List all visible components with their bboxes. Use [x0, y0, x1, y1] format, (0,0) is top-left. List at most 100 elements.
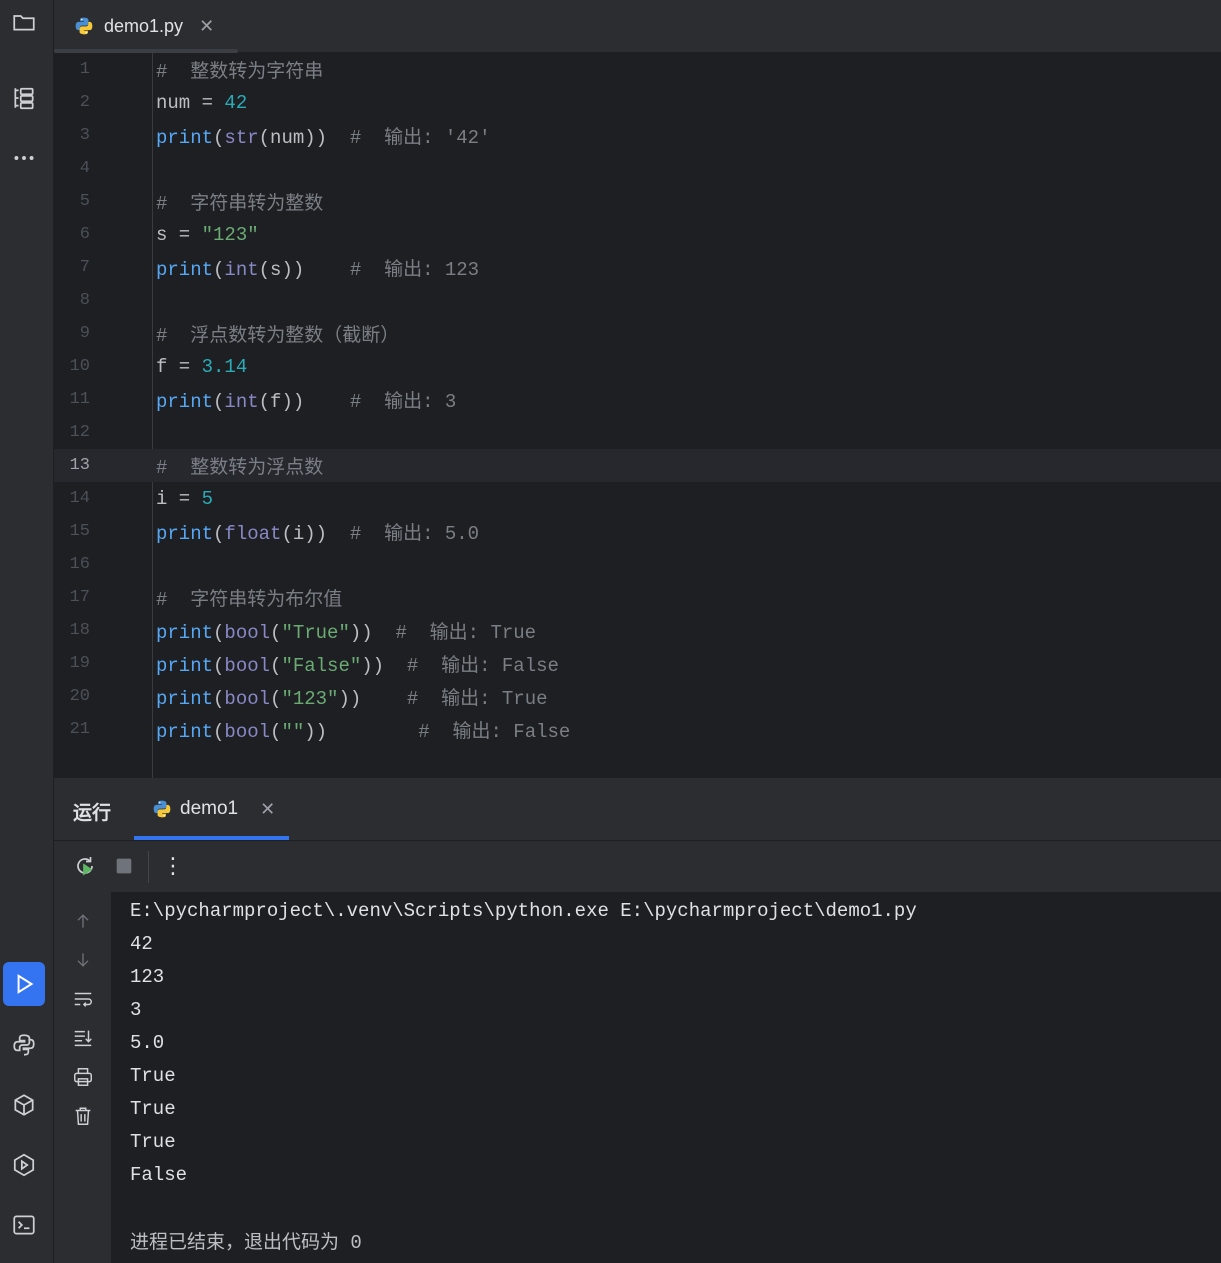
line-number: 17 [69, 588, 90, 607]
stop-icon[interactable] [111, 853, 137, 879]
console-actions [54, 892, 111, 1263]
services-icon[interactable] [6, 1147, 42, 1183]
code-line[interactable]: 12 [54, 416, 1221, 449]
code-text: # 浮点数转为整数（截断） [156, 320, 399, 347]
line-number: 19 [69, 654, 90, 673]
code-token: s = [156, 223, 202, 246]
code-token: int [224, 391, 259, 413]
code-token: # 字符串转为布尔值 [156, 589, 343, 611]
line-number: 6 [79, 225, 90, 244]
tab-filename: demo1.py [104, 15, 184, 36]
code-token: # 输出: '42' [349, 127, 491, 149]
code-token: # 输出: False [406, 655, 559, 677]
code-line[interactable]: 20 print(bool("123")) # 输出: True [54, 680, 1221, 713]
code-text: num = 42 [156, 92, 247, 114]
python-console-icon[interactable] [6, 1027, 42, 1063]
code-token: ( [270, 688, 282, 710]
code-token: ( [213, 523, 225, 545]
code-token: int [224, 259, 259, 281]
code-line[interactable]: 6 s = "123" [54, 218, 1221, 251]
code-line[interactable]: 2 num = 42 [54, 86, 1221, 119]
code-token: (s)) [258, 259, 350, 281]
code-token: # 输出: 123 [349, 259, 480, 281]
code-token: "True" [281, 622, 350, 644]
code-token: # 输出: 5.0 [349, 523, 480, 545]
run-tab-indicator [134, 836, 289, 840]
scroll-to-end-icon[interactable] [70, 1025, 96, 1051]
code-token: f = [156, 355, 202, 378]
code-line[interactable]: 7 print(int(s)) # 输出: 123 [54, 251, 1221, 284]
code-line[interactable]: 5 # 字符串转为整数 [54, 185, 1221, 218]
tab-close-icon[interactable]: ✕ [199, 16, 214, 37]
code-token: print [156, 523, 214, 545]
editor-tab-bar: demo1.py ✕ [54, 0, 1221, 53]
line-number: 4 [79, 159, 90, 178]
console-line: 5.0 [130, 1031, 165, 1054]
soft-wrap-icon[interactable] [70, 986, 96, 1012]
scroll-down-icon[interactable] [70, 947, 96, 973]
code-text: print(bool("False")) # 输出: False [156, 650, 559, 677]
code-line[interactable]: 21 print(bool("")) # 输出: False [54, 713, 1221, 746]
run-tab-label: demo1 [180, 798, 239, 819]
code-token: print [156, 259, 214, 281]
code-token: print [156, 127, 214, 149]
code-line[interactable]: 19 print(bool("False")) # 输出: False [54, 647, 1221, 680]
code-line[interactable]: 8 [54, 284, 1221, 317]
more-options-icon[interactable]: ⋮ [160, 853, 186, 879]
code-token: (f)) [258, 391, 350, 413]
code-line[interactable]: 14 i = 5 [54, 482, 1221, 515]
code-line[interactable]: 10 f = 3.14 [54, 350, 1221, 383]
code-text: print(int(f)) # 输出: 3 [156, 386, 456, 413]
code-token: num = [156, 91, 225, 114]
code-line[interactable]: 3 print(str(num)) # 输出: '42' [54, 119, 1221, 152]
terminal-icon[interactable] [6, 1207, 42, 1243]
scroll-up-icon[interactable] [70, 908, 96, 934]
line-number: 8 [79, 291, 90, 310]
line-number: 13 [69, 456, 90, 475]
code-token: )) [304, 721, 419, 743]
clear-all-icon[interactable] [70, 1103, 96, 1129]
code-text: print(bool("")) # 输出: False [156, 716, 570, 743]
code-line[interactable]: 9 # 浮点数转为整数（截断） [54, 317, 1221, 350]
run-tool-icon[interactable] [3, 962, 45, 1006]
project-folder-icon[interactable] [6, 4, 42, 40]
code-line[interactable]: 15 print(float(i)) # 输出: 5.0 [54, 515, 1221, 548]
more-tools-icon[interactable] [6, 140, 42, 176]
editor-tab-demo1[interactable]: demo1.py ✕ [54, 0, 238, 53]
line-number: 16 [69, 555, 90, 574]
code-token: 5 [201, 487, 214, 510]
code-line[interactable]: 11 print(int(f)) # 输出: 3 [54, 383, 1221, 416]
code-token: # 整数转为浮点数 [156, 457, 324, 479]
code-token: # 输出: 3 [349, 391, 457, 413]
code-line[interactable]: 1 # 整数转为字符串 [54, 53, 1221, 86]
line-number: 2 [79, 93, 90, 112]
line-number: 15 [69, 522, 90, 541]
code-token: i = [156, 487, 202, 510]
python-packages-icon[interactable] [6, 1087, 42, 1123]
code-token: ( [213, 127, 225, 149]
code-text: print(int(s)) # 输出: 123 [156, 254, 479, 281]
code-line[interactable]: 4 [54, 152, 1221, 185]
run-tool-window-header: 运行 demo1 ✕ [54, 778, 1221, 841]
run-tab-demo1[interactable]: demo1 ✕ [134, 778, 289, 840]
toolbar-separator [148, 851, 149, 883]
code-token: ( [270, 622, 282, 644]
code-line[interactable]: 13 # 整数转为浮点数 [54, 449, 1221, 482]
code-text: # 整数转为字符串 [156, 56, 323, 83]
code-editor[interactable]: 1 # 整数转为字符串 2 num = 42 3 print(str(num)) # 输出… [54, 53, 1221, 778]
code-line[interactable]: 16 [54, 548, 1221, 581]
code-text: print(bool("123")) # 输出: True [156, 683, 548, 710]
code-text: s = "123" [156, 224, 259, 246]
code-token: ( [213, 622, 225, 644]
run-tab-close-icon[interactable]: ✕ [260, 799, 275, 820]
run-console-output[interactable]: E:\pycharmproject\.venv\Scripts\python.e… [111, 892, 1221, 1263]
code-token: print [156, 688, 214, 710]
line-number: 9 [79, 324, 90, 343]
code-token: )) [338, 688, 407, 710]
code-line[interactable]: 18 print(bool("True")) # 输出: True [54, 614, 1221, 647]
code-token: 3.14 [201, 355, 248, 378]
structure-icon[interactable] [6, 80, 42, 116]
rerun-icon[interactable] [72, 853, 98, 879]
print-icon[interactable] [70, 1064, 96, 1090]
code-line[interactable]: 17 # 字符串转为布尔值 [54, 581, 1221, 614]
